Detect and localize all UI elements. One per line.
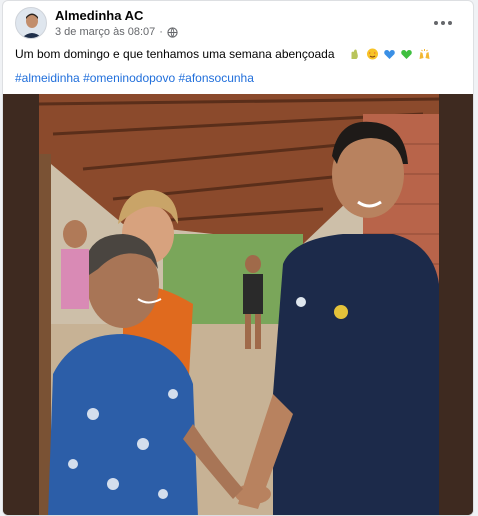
meta-separator: · xyxy=(159,26,163,38)
photo-scene xyxy=(3,94,473,515)
globe-icon xyxy=(167,26,178,38)
hand-icon xyxy=(351,49,359,59)
blue-heart-emoji xyxy=(384,50,395,59)
raised-hands-emoji xyxy=(419,49,430,59)
post-card: Almedinha AC 3 de março às 08:07 · Um bo… xyxy=(2,0,474,516)
more-options-icon[interactable] xyxy=(431,13,455,33)
hashtag-link[interactable]: #almeidinha xyxy=(15,71,80,85)
avatar-image xyxy=(16,8,46,38)
post-meta: 3 de março às 08:07 · xyxy=(55,26,178,38)
post-text-line: Um bom domingo e que tenhamos uma semana… xyxy=(15,47,465,61)
post-photo[interactable] xyxy=(3,94,473,515)
green-heart-emoji xyxy=(401,50,412,59)
hashtag-list: #almeidinha #omeninodopovo #afonsocunha xyxy=(15,71,254,85)
post-timestamp[interactable]: 3 de março às 08:07 xyxy=(55,26,155,38)
post-text: Um bom domingo e que tenhamos uma semana… xyxy=(15,47,335,61)
author-name[interactable]: Almedinha AC xyxy=(55,8,143,23)
star-eyes-emoji xyxy=(366,48,378,60)
hashtag-link[interactable]: #afonsocunha xyxy=(178,71,253,85)
hashtag-link[interactable]: #omeninodopovo xyxy=(83,71,175,85)
author-avatar[interactable] xyxy=(15,7,47,39)
post-header: Almedinha AC 3 de março às 08:07 · xyxy=(3,1,473,45)
